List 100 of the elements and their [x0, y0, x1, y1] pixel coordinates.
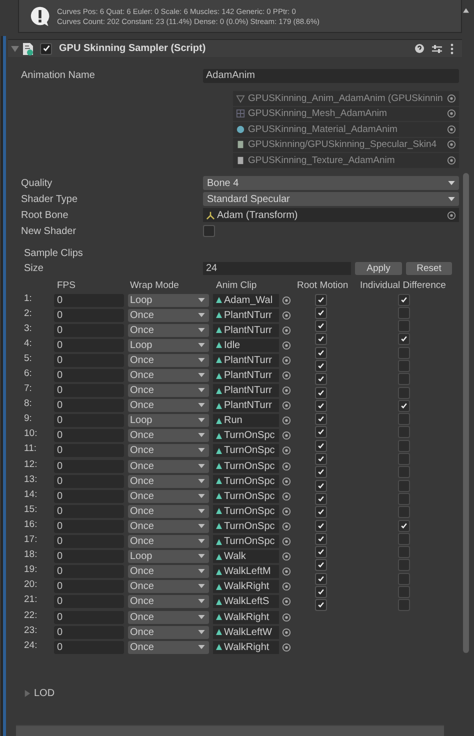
root-motion-checkbox[interactable] [315, 453, 327, 466]
wrap-mode-dropdown[interactable]: Once [128, 460, 209, 473]
individual-difference-checkbox[interactable] [398, 306, 410, 319]
wrap-mode-dropdown[interactable]: Once [128, 535, 209, 548]
individual-difference-checkbox[interactable] [398, 373, 410, 386]
fps-field[interactable]: 0 [54, 294, 124, 307]
foldout-arrow-icon[interactable] [11, 44, 19, 52]
individual-difference-checkbox[interactable] [398, 492, 410, 505]
root-motion-checkbox[interactable] [315, 559, 327, 572]
lod-foldout[interactable]: LOD [24, 686, 462, 701]
root-motion-checkbox[interactable] [315, 400, 327, 412]
fps-field[interactable]: 0 [54, 444, 124, 458]
fps-field[interactable]: 0 [54, 640, 124, 654]
anim-clip-field[interactable]: TurnOnSpc [213, 460, 279, 473]
fps-field[interactable]: 0 [54, 504, 124, 518]
anim-clip-field[interactable]: WalkLeftS [213, 595, 279, 608]
fps-field[interactable]: 0 [54, 580, 124, 594]
wrap-mode-dropdown[interactable]: Once [128, 399, 209, 412]
animation-name-field[interactable]: AdamAnim [203, 68, 459, 82]
anim-clip-field[interactable]: PlantNTurr [213, 399, 279, 412]
root-motion-checkbox[interactable] [315, 480, 327, 492]
individual-difference-checkbox[interactable] [398, 572, 410, 585]
wrap-mode-dropdown[interactable]: Once [128, 626, 209, 639]
individual-difference-checkbox[interactable] [398, 453, 410, 466]
scroll-up-icon[interactable] [463, 8, 469, 13]
more-menu-icon[interactable] [450, 42, 454, 54]
fps-field[interactable]: 0 [54, 369, 124, 382]
fps-field[interactable]: 0 [54, 354, 124, 367]
fps-field[interactable]: 0 [54, 550, 124, 564]
root-motion-checkbox[interactable] [315, 346, 327, 359]
individual-difference-checkbox[interactable] [398, 386, 410, 399]
wrap-mode-dropdown[interactable]: Once [128, 520, 209, 533]
fps-field[interactable]: 0 [54, 565, 124, 578]
root-motion-checkbox[interactable] [315, 386, 327, 399]
wrap-mode-dropdown[interactable]: Once [128, 490, 209, 503]
anim-clip-field[interactable]: TurnOnSpc [213, 444, 279, 458]
anim-clip-field[interactable]: PlantNTurr [213, 369, 279, 382]
individual-difference-checkbox[interactable] [398, 586, 410, 598]
wrap-mode-dropdown[interactable]: Once [128, 610, 209, 624]
asset-object-field[interactable]: GPUSkinning/GPUSkinning_Specular_Skin4 [233, 138, 459, 152]
root-motion-checkbox[interactable] [315, 440, 327, 452]
anim-clip-field[interactable]: TurnOnSpc [213, 490, 279, 503]
fps-field[interactable]: 0 [54, 535, 124, 548]
wrap-mode-dropdown[interactable]: Once [128, 504, 209, 518]
fps-field[interactable]: 0 [54, 414, 124, 428]
anim-clip-field[interactable]: Adam_Wal [213, 294, 279, 307]
root-motion-checkbox[interactable] [315, 306, 327, 319]
anim-clip-field[interactable]: WalkRight [213, 580, 279, 594]
fps-field[interactable]: 0 [54, 474, 124, 488]
individual-difference-checkbox[interactable] [398, 520, 410, 532]
fps-field[interactable]: 0 [54, 308, 124, 322]
individual-difference-checkbox[interactable] [398, 333, 410, 346]
wrap-mode-dropdown[interactable]: Once [128, 324, 209, 337]
individual-difference-checkbox[interactable] [398, 546, 410, 558]
object-field[interactable]: Adam (Transform) [203, 208, 459, 222]
size-field[interactable]: 24 [203, 262, 351, 275]
individual-difference-checkbox[interactable] [398, 480, 410, 492]
anim-clip-field[interactable]: WalkRight [213, 640, 279, 654]
individual-difference-checkbox[interactable] [398, 506, 410, 518]
root-motion-checkbox[interactable] [315, 572, 327, 585]
preset-icon[interactable] [432, 44, 442, 54]
root-motion-checkbox[interactable] [315, 373, 327, 386]
fps-field[interactable]: 0 [54, 460, 124, 473]
individual-difference-checkbox[interactable] [398, 426, 410, 438]
action-button[interactable]: Apply [355, 262, 402, 275]
root-motion-checkbox[interactable] [315, 360, 327, 372]
root-motion-checkbox[interactable] [315, 466, 327, 478]
asset-object-field[interactable]: GPUSKinning_Anim_AdamAnim (GPUSkinnin [233, 91, 459, 106]
wrap-mode-dropdown[interactable]: Once [128, 384, 209, 398]
wrap-mode-dropdown[interactable]: Loop [128, 294, 209, 307]
individual-difference-checkbox[interactable] [398, 400, 410, 412]
individual-difference-checkbox[interactable] [398, 599, 410, 612]
anim-clip-field[interactable]: Idle [213, 338, 279, 352]
anim-clip-field[interactable]: WalkLeftW [213, 626, 279, 639]
wrap-mode-dropdown[interactable]: Loop [128, 338, 209, 352]
anim-clip-field[interactable]: PlantNTurr [213, 324, 279, 337]
anim-clip-field[interactable]: TurnOnSpc [213, 474, 279, 488]
wrap-mode-dropdown[interactable]: Once [128, 474, 209, 488]
dropdown[interactable]: Standard Specular [203, 192, 459, 206]
root-motion-checkbox[interactable] [315, 506, 327, 518]
wrap-mode-dropdown[interactable]: Loop [128, 414, 209, 428]
root-motion-checkbox[interactable] [315, 320, 327, 332]
fps-field[interactable]: 0 [54, 338, 124, 352]
root-motion-checkbox[interactable] [315, 333, 327, 346]
fps-field[interactable]: 0 [54, 429, 124, 442]
fps-field[interactable]: 0 [54, 490, 124, 503]
root-motion-checkbox[interactable] [315, 520, 327, 532]
fps-field[interactable]: 0 [54, 610, 124, 624]
individual-difference-checkbox[interactable] [398, 559, 410, 572]
fps-field[interactable]: 0 [54, 626, 124, 639]
root-motion-checkbox[interactable] [315, 426, 327, 438]
fps-field[interactable]: 0 [54, 324, 124, 337]
fps-field[interactable]: 0 [54, 399, 124, 412]
wrap-mode-dropdown[interactable]: Once [128, 429, 209, 442]
root-motion-checkbox[interactable] [315, 294, 327, 306]
anim-clip-field[interactable]: PlantNTurr [213, 384, 279, 398]
asset-object-field[interactable]: GPUSKinning_Texture_AdamAnim [233, 153, 459, 168]
anim-clip-field[interactable]: Walk [213, 550, 279, 564]
individual-difference-checkbox[interactable] [398, 346, 410, 359]
anim-clip-field[interactable]: WalkRight [213, 610, 279, 624]
